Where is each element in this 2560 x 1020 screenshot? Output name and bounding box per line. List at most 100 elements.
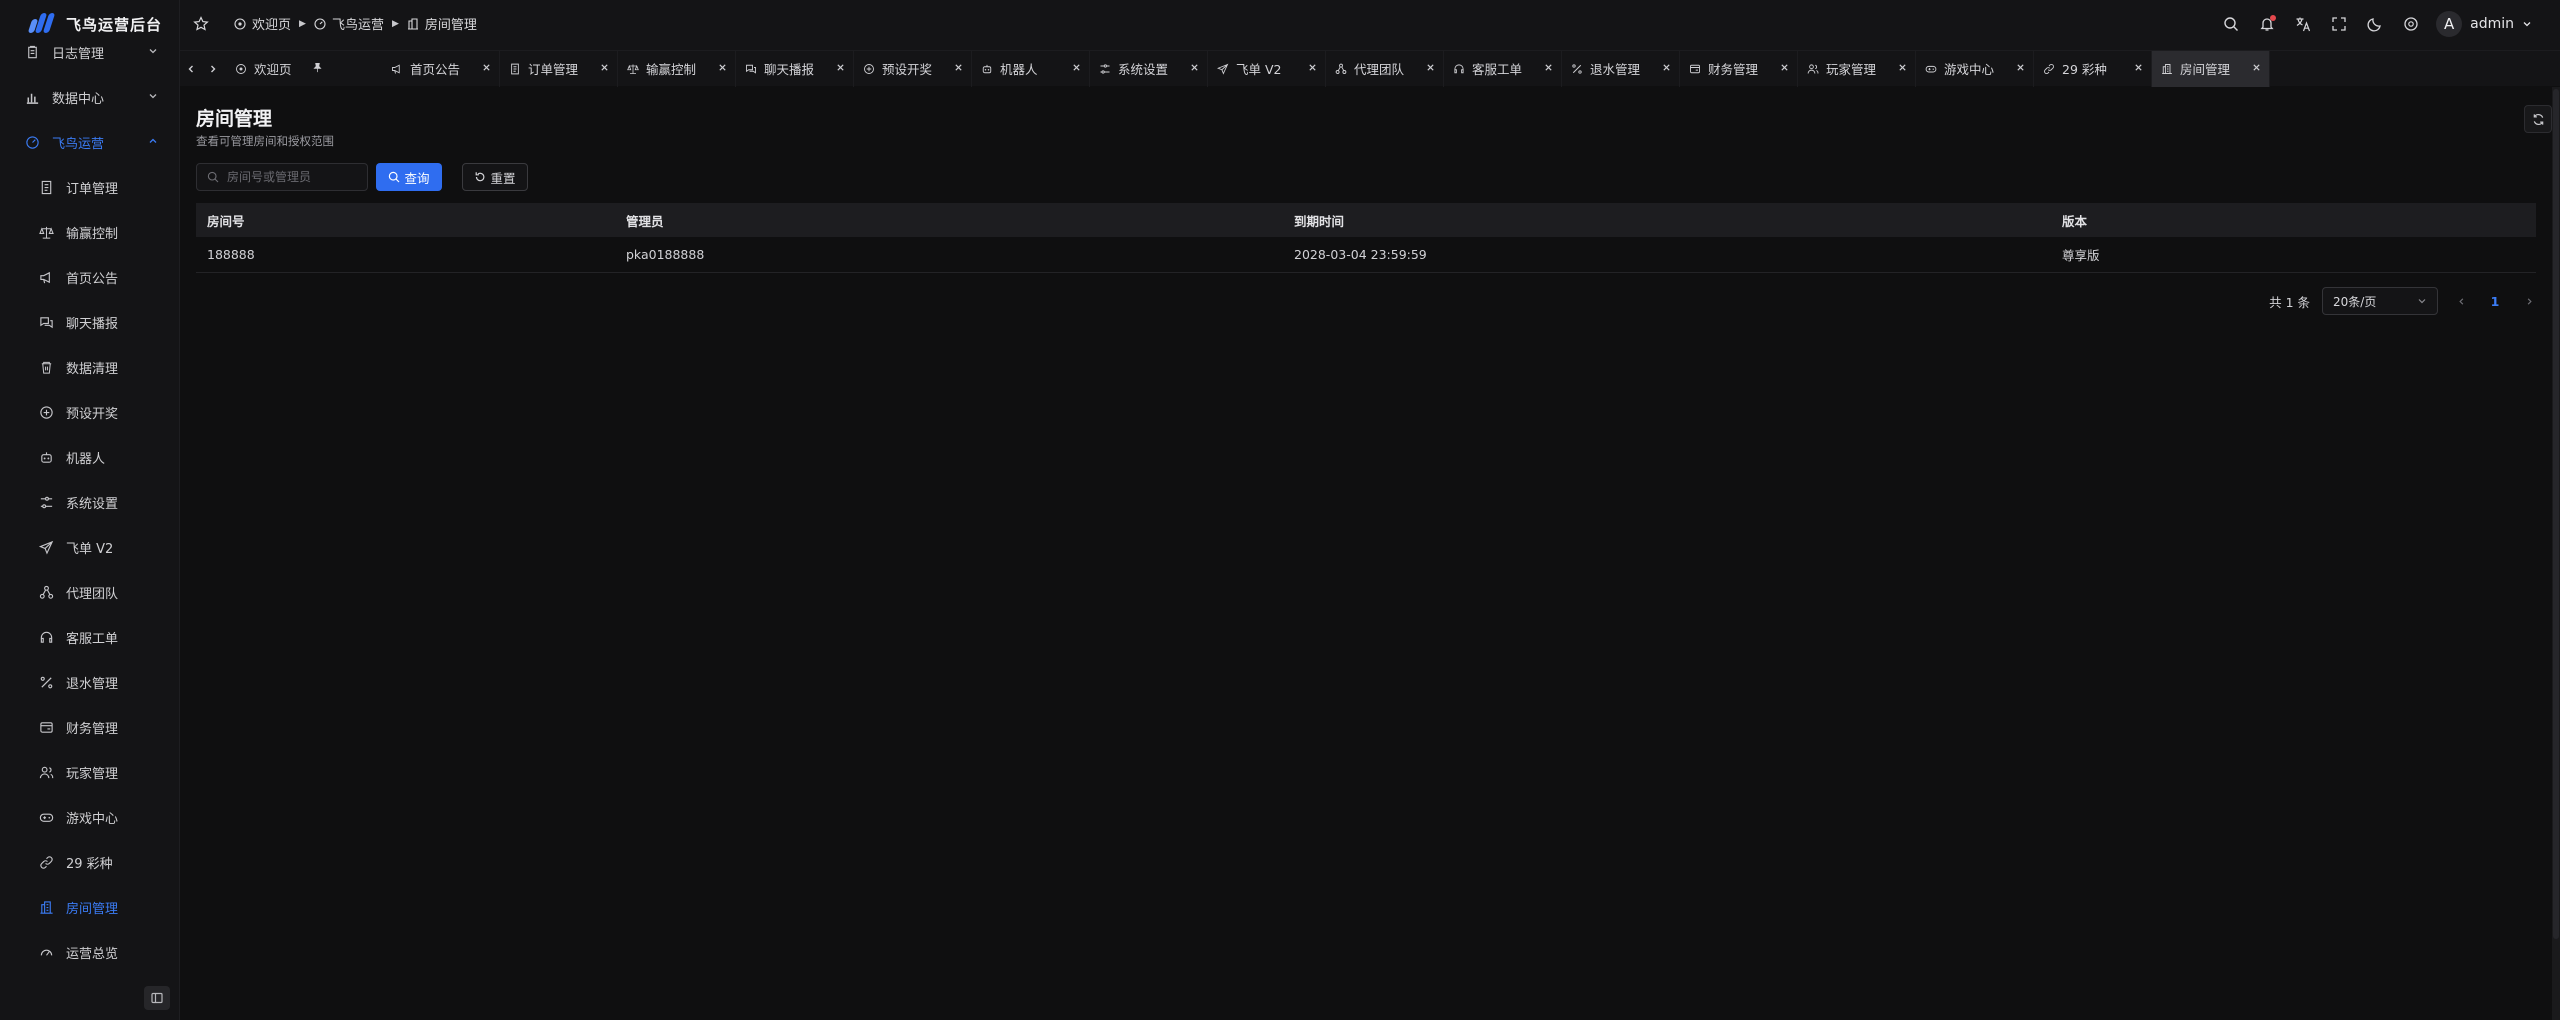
- tab-14[interactable]: 游戏中心: [1916, 50, 2034, 87]
- headset-icon: [1454, 63, 1464, 73]
- link-icon: [39, 856, 53, 869]
- pin-icon[interactable]: [312, 61, 323, 76]
- gamepad-icon: [38, 810, 54, 826]
- close-icon[interactable]: [1662, 61, 1671, 76]
- moon-icon[interactable]: [2364, 13, 2386, 35]
- scrollbar-thumb[interactable]: [2553, 89, 2559, 939]
- sidebar-item-14[interactable]: 退水管理: [0, 660, 179, 705]
- sidebar-item-7[interactable]: 数据清理: [0, 345, 179, 390]
- tab-16[interactable]: 房间管理: [2152, 50, 2270, 87]
- sidebar-item-9[interactable]: 机器人: [0, 435, 179, 480]
- tab-0[interactable]: 欢迎页: [224, 51, 382, 87]
- sidebar-item-16[interactable]: 玩家管理: [0, 750, 179, 795]
- sidebar-item-11[interactable]: 飞单 V2: [0, 525, 179, 570]
- sidebar-collapse-button[interactable]: [144, 986, 170, 1010]
- sidebar-item-20[interactable]: 运营总览: [0, 930, 179, 975]
- palette-icon[interactable]: [2400, 13, 2422, 35]
- tab-label: 机器人: [1000, 62, 1038, 77]
- close-icon[interactable]: [482, 61, 491, 76]
- fullscreen-icon[interactable]: [2328, 13, 2350, 35]
- close-icon[interactable]: [954, 61, 963, 76]
- tabs-scroll-left-button[interactable]: [180, 51, 202, 87]
- sidebar-item-3[interactable]: 订单管理: [0, 165, 179, 210]
- sidebar-item-18[interactable]: 29 彩种: [0, 840, 179, 885]
- sidebar-item-17[interactable]: 游戏中心: [0, 795, 179, 840]
- sidebar-item-10[interactable]: 系统设置: [0, 480, 179, 525]
- sidebar-item-12[interactable]: 代理团队: [0, 570, 179, 615]
- search-field[interactable]: [196, 163, 368, 191]
- tab-1[interactable]: 首页公告: [382, 50, 500, 87]
- page-number[interactable]: 1: [2484, 289, 2506, 313]
- cleanup-icon: [41, 361, 51, 374]
- app-logo[interactable]: 飞鸟运营后台: [27, 10, 179, 38]
- tab-9[interactable]: 代理团队: [1326, 50, 1444, 87]
- close-icon[interactable]: [1072, 61, 1081, 76]
- close-icon[interactable]: [718, 61, 727, 76]
- plus-circle-icon: [862, 62, 876, 76]
- close-icon[interactable]: [836, 61, 845, 76]
- team-icon: [38, 585, 54, 601]
- search-button[interactable]: 查询: [376, 163, 442, 191]
- sidebar-item-8[interactable]: 预设开奖: [0, 390, 179, 435]
- tab-5[interactable]: 预设开奖: [854, 50, 972, 87]
- close-icon[interactable]: [2134, 61, 2143, 76]
- users-icon: [39, 766, 53, 779]
- sidebar-item-2[interactable]: 飞鸟运营: [0, 120, 179, 165]
- chevron-right-icon: [211, 65, 216, 72]
- close-icon[interactable]: [2252, 61, 2261, 76]
- next-page-button[interactable]: [2518, 289, 2540, 313]
- document-icon: [41, 180, 51, 195]
- refresh-icon: [2533, 113, 2543, 125]
- tab-12[interactable]: 财务管理: [1680, 50, 1798, 87]
- headset-icon: [40, 631, 52, 643]
- sidebar-item-6[interactable]: 聊天播报: [0, 300, 179, 345]
- percent-icon: [1572, 63, 1582, 74]
- tab-8[interactable]: 飞单 V2: [1208, 50, 1326, 87]
- close-icon[interactable]: [1544, 61, 1553, 76]
- tab-6[interactable]: 机器人: [972, 50, 1090, 87]
- scrollbar[interactable]: [2552, 87, 2560, 1020]
- tab-11[interactable]: 退水管理: [1562, 50, 1680, 87]
- chat-icon: [744, 62, 758, 76]
- close-icon[interactable]: [1426, 61, 1435, 76]
- star-icon[interactable]: [192, 15, 210, 33]
- sidebar-item-19[interactable]: 房间管理: [0, 885, 179, 930]
- tabs-scroll-right-button[interactable]: [202, 51, 224, 87]
- user-menu[interactable]: A admin: [2436, 11, 2532, 37]
- send-icon: [1217, 63, 1229, 75]
- tab-7[interactable]: 系统设置: [1090, 50, 1208, 87]
- close-icon[interactable]: [1308, 61, 1317, 76]
- tab-2[interactable]: 订单管理: [500, 50, 618, 87]
- page-size-select[interactable]: 20条/页: [2322, 287, 2438, 315]
- close-icon[interactable]: [2016, 61, 2025, 76]
- document-icon: [511, 63, 519, 74]
- scale-icon: [38, 226, 54, 239]
- tab-15[interactable]: 29 彩种: [2034, 50, 2152, 87]
- translate-icon[interactable]: [2292, 13, 2314, 35]
- breadcrumb-item-welcome[interactable]: 欢迎页: [234, 14, 291, 33]
- sidebar-item-1[interactable]: 数据中心: [0, 75, 179, 120]
- close-icon[interactable]: [600, 61, 609, 76]
- tab-label: 系统设置: [1118, 62, 1169, 77]
- close-icon[interactable]: [1898, 61, 1907, 76]
- reset-button[interactable]: 重置: [462, 163, 528, 191]
- sidebar-item-15[interactable]: 财务管理: [0, 705, 179, 750]
- search-input[interactable]: [227, 170, 357, 184]
- tab-3[interactable]: 输赢控制: [618, 50, 736, 87]
- sidebar-item-label: 首页公告: [66, 272, 119, 287]
- building-icon: [2160, 62, 2174, 76]
- sidebar-item-13[interactable]: 客服工单: [0, 615, 179, 660]
- table-row[interactable]: 188888 pka0188888 2028-03-04 23:59:59 尊享…: [196, 237, 2536, 273]
- refresh-button[interactable]: [2524, 105, 2552, 133]
- bell-icon[interactable]: [2256, 13, 2278, 35]
- sidebar-item-4[interactable]: 输赢控制: [0, 210, 179, 255]
- prev-page-button[interactable]: [2450, 289, 2472, 313]
- tab-13[interactable]: 玩家管理: [1798, 50, 1916, 87]
- tab-10[interactable]: 客服工单: [1444, 50, 1562, 87]
- breadcrumb-item-feiniao[interactable]: 飞鸟运营: [314, 14, 384, 33]
- tab-4[interactable]: 聊天播报: [736, 50, 854, 87]
- sidebar-item-5[interactable]: 首页公告: [0, 255, 179, 300]
- close-icon[interactable]: [1780, 61, 1789, 76]
- search-icon[interactable]: [2220, 13, 2242, 35]
- close-icon[interactable]: [1190, 61, 1199, 76]
